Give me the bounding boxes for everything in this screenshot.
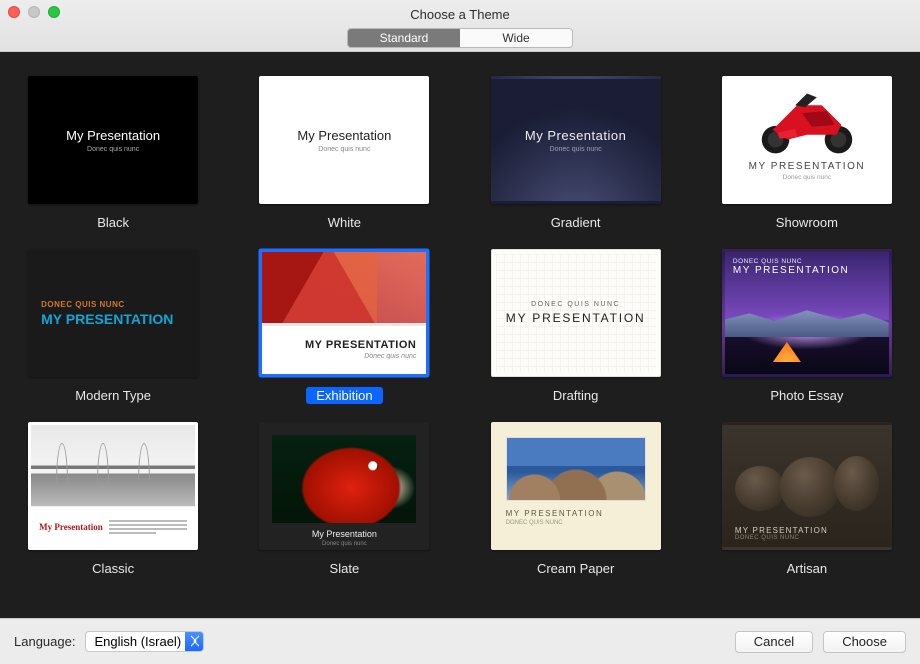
language-label: Language: [14, 634, 75, 649]
bridge-photo-icon [31, 425, 195, 506]
theme-thumbnail: MY PRESENTATION Donec quis nunc [259, 249, 429, 377]
tab-wide[interactable]: Wide [460, 29, 572, 47]
seascape-photo-icon [506, 437, 646, 501]
theme-thumbnail: DONEC QUIS NUNC MY PRESENTATION [28, 249, 198, 377]
parrot-photo-icon [272, 435, 416, 523]
motorcycle-icon [748, 85, 866, 155]
theme-thumbnail: DONEC QUIS NUNC MY PRESENTATION [491, 249, 661, 377]
theme-exhibition[interactable]: MY PRESENTATION Donec quis nunc Exhibiti… [251, 249, 437, 404]
minimize-icon [28, 6, 40, 18]
thumb-title: My Presentation [39, 522, 103, 532]
thumb-subtitle: Donec quis nunc [318, 146, 370, 153]
theme-black[interactable]: My Presentation Donec quis nunc Black [20, 76, 206, 231]
theme-thumbnail: My Presentation Donec quis nunc [491, 76, 661, 204]
thumb-subtitle: Donec quis nunc [364, 353, 416, 360]
thumb-title: My Presentation [525, 128, 626, 143]
theme-thumbnail: My Presentation Donec quis nunc [28, 76, 198, 204]
theme-thumbnail: My Presentation Donec quis nunc [259, 422, 429, 550]
aspect-ratio-tabs: Standard Wide [347, 28, 573, 48]
close-icon[interactable] [8, 6, 20, 18]
theme-gradient[interactable]: My Presentation Donec quis nunc Gradient [483, 76, 669, 231]
maximize-icon[interactable] [48, 6, 60, 18]
theme-gallery: My Presentation Donec quis nunc Black My… [0, 52, 920, 618]
thumb-title: My Presentation [297, 128, 391, 143]
theme-classic[interactable]: My Presentation Classic [20, 422, 206, 577]
theme-thumbnail: My Presentation [28, 422, 198, 550]
thumb-subtitle: Donec quis nunc [550, 146, 602, 153]
theme-label: Gradient [541, 214, 611, 231]
theme-modern-type[interactable]: DONEC QUIS NUNC MY PRESENTATION Modern T… [20, 249, 206, 404]
theme-thumbnail: MY PRESENTATION DONEC QUIS NUNC [722, 422, 892, 550]
thumb-subtitle: DONEC QUIS NUNC [733, 258, 849, 265]
theme-thumbnail: My Presentation Donec quis nunc [259, 76, 429, 204]
theme-thumbnail: DONEC QUIS NUNC MY PRESENTATION [722, 249, 892, 377]
thumb-subtitle: DONEC QUIS NUNC [735, 535, 828, 541]
titlebar: Choose a Theme Standard Wide [0, 0, 920, 52]
choose-button[interactable]: Choose [823, 631, 906, 653]
theme-drafting[interactable]: DONEC QUIS NUNC MY PRESENTATION Drafting [483, 249, 669, 404]
theme-label: Drafting [543, 387, 609, 404]
theme-thumbnail: MY PRESENTATION Donec quis nunc [722, 76, 892, 204]
theme-label: Showroom [766, 214, 848, 231]
theme-label: Modern Type [65, 387, 161, 404]
thumb-title: MY PRESENTATION [506, 509, 646, 518]
theme-label: Slate [320, 560, 370, 577]
thumb-title: MY PRESENTATION [749, 161, 865, 172]
theme-label: Cream Paper [527, 560, 624, 577]
thumb-subtitle: DONEC QUIS NUNC [506, 520, 646, 526]
theme-label: Black [87, 214, 139, 231]
thumb-subtitle: Donec quis nunc [783, 174, 831, 181]
theme-cream-paper[interactable]: MY PRESENTATION DONEC QUIS NUNC Cream Pa… [483, 422, 669, 577]
theme-label: Classic [82, 560, 144, 577]
language-select[interactable]: English (Israel) [85, 631, 204, 652]
thumb-title: My Presentation [66, 128, 160, 143]
window-controls [8, 6, 60, 18]
thumb-subtitle: Donec quis nunc [262, 541, 426, 547]
thumb-subtitle: DONEC QUIS NUNC [531, 301, 620, 308]
thumb-title: MY PRESENTATION [506, 311, 646, 325]
theme-label: Artisan [777, 560, 837, 577]
theme-thumbnail: MY PRESENTATION DONEC QUIS NUNC [491, 422, 661, 550]
thumb-title: MY PRESENTATION [733, 265, 849, 276]
tab-standard[interactable]: Standard [348, 29, 460, 47]
cancel-button[interactable]: Cancel [735, 631, 813, 653]
thumb-title: My Presentation [262, 527, 426, 541]
theme-artisan[interactable]: MY PRESENTATION DONEC QUIS NUNC Artisan [714, 422, 900, 577]
window-title: Choose a Theme [410, 4, 510, 26]
thumb-title: MY PRESENTATION [735, 526, 828, 535]
theme-label: White [318, 214, 371, 231]
theme-slate[interactable]: My Presentation Donec quis nunc Slate [251, 422, 437, 577]
thumb-subtitle: Donec quis nunc [87, 146, 139, 153]
footer-bar: Language: English (Israel) Cancel Choose [0, 618, 920, 664]
theme-showroom[interactable]: MY PRESENTATION Donec quis nunc Showroom [714, 76, 900, 231]
theme-photo-essay[interactable]: DONEC QUIS NUNC MY PRESENTATION Photo Es… [714, 249, 900, 404]
thumb-subtitle: DONEC QUIS NUNC [41, 300, 185, 309]
theme-label: Exhibition [306, 387, 382, 404]
theme-label: Photo Essay [760, 387, 853, 404]
thumb-title: MY PRESENTATION [41, 311, 185, 327]
text-lines-icon [109, 518, 187, 536]
abstract-art-icon [262, 252, 426, 323]
theme-white[interactable]: My Presentation Donec quis nunc White [251, 76, 437, 231]
thumb-title: MY PRESENTATION [305, 339, 416, 351]
